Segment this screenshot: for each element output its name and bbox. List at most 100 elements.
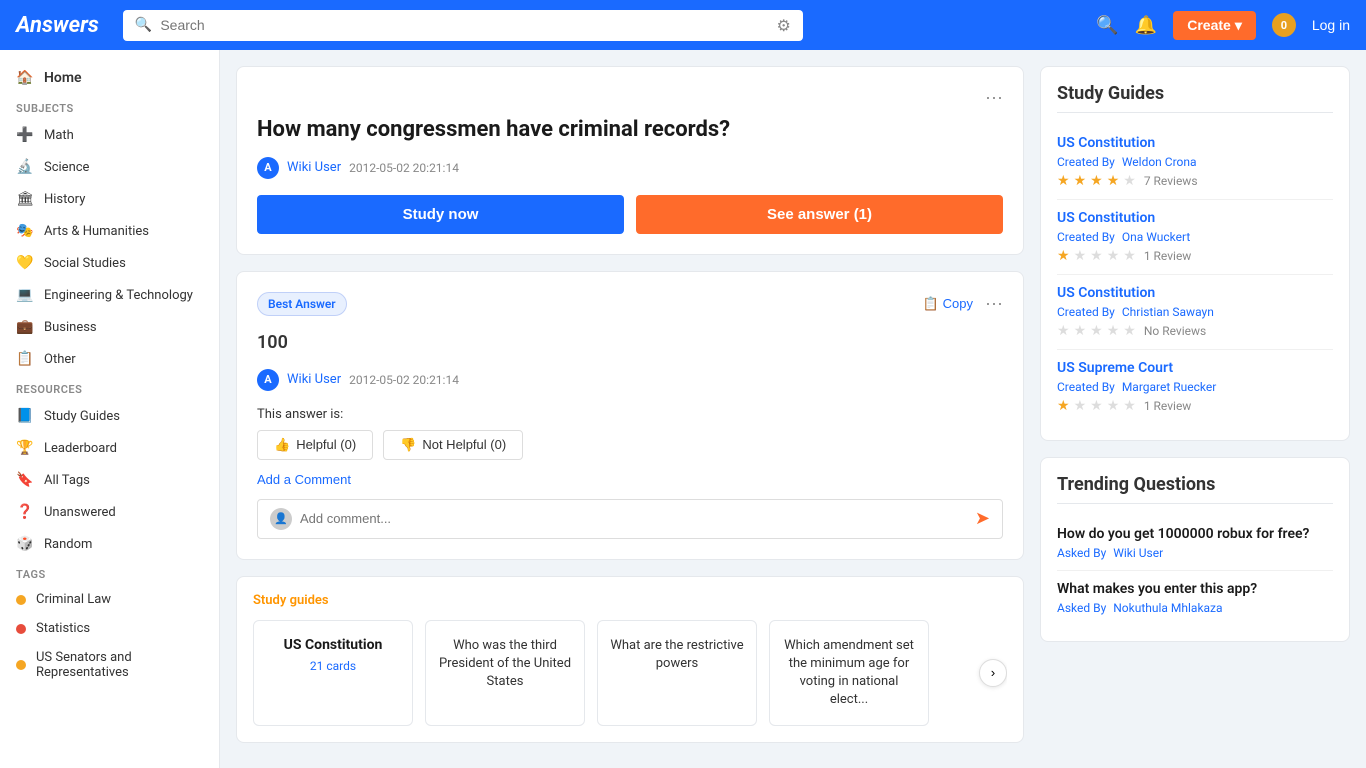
guide-item-3: US Supreme Court Created By Margaret Rue… <box>1057 350 1333 424</box>
star-2: ★ <box>1074 173 1087 189</box>
all-tags-icon: 🔖 <box>16 471 34 489</box>
comment-input[interactable] <box>300 511 967 526</box>
star-5: ★ <box>1123 173 1136 189</box>
search-icon: 🔍 <box>135 17 152 33</box>
center-column: ··· How many congressmen have criminal r… <box>236 66 1024 752</box>
header: Answers 🔍 ⚙ 🔍 🔔 Create ▾ 0 Log in <box>0 0 1366 50</box>
study-now-button[interactable]: Study now <box>257 195 624 234</box>
trending-item-0: How do you get 1000000 robux for free? A… <box>1057 516 1333 571</box>
sidebar-item-statistics[interactable]: Statistics <box>0 614 219 643</box>
question-title: How many congressmen have criminal recor… <box>257 116 1003 145</box>
resources-label: Resources <box>0 375 219 400</box>
star-2: ★ <box>1074 248 1087 264</box>
stars-3: ★ ★ ★ ★ ★ 1 Review <box>1057 398 1333 414</box>
sidebar-item-study-guides[interactable]: 📘 Study Guides <box>0 400 219 432</box>
star-2: ★ <box>1074 323 1087 339</box>
guide-card-1[interactable]: Who was the third President of the Unite… <box>425 620 585 727</box>
math-icon: ➕ <box>16 126 34 144</box>
guide-created-by-1: Created By Ona Wuckert <box>1057 230 1333 244</box>
search-input[interactable] <box>160 17 768 33</box>
us-senators-dot <box>16 660 26 670</box>
random-icon: 🎲 <box>16 535 34 553</box>
statistics-dot <box>16 624 26 634</box>
not-helpful-button[interactable]: 👎 Not Helpful (0) <box>383 430 523 460</box>
send-comment-button[interactable]: ➤ <box>975 508 990 529</box>
star-3: ★ <box>1090 398 1103 414</box>
trending-by-0: Asked By Wiki User <box>1057 546 1333 560</box>
layout: 🏠 Home Subjects ➕ Math 🔬 Science 🏛 Histo… <box>0 50 1366 768</box>
copy-button[interactable]: 📋 Copy <box>922 296 973 312</box>
sidebar-item-unanswered[interactable]: ❓ Unanswered <box>0 496 219 528</box>
star-4: ★ <box>1107 248 1120 264</box>
filter-icon[interactable]: ⚙ <box>777 16 791 35</box>
sidebar-item-other[interactable]: 📋 Other <box>0 343 219 375</box>
question-timestamp: 2012-05-02 20:21:14 <box>349 161 459 175</box>
sidebar-item-science[interactable]: 🔬 Science <box>0 151 219 183</box>
guide-card-2[interactable]: What are the restrictive powers <box>597 620 757 727</box>
trending-panel: Trending Questions How do you get 100000… <box>1040 457 1350 642</box>
sidebar-item-leaderboard[interactable]: 🏆 Leaderboard <box>0 432 219 464</box>
right-sidebar: Study Guides US Constitution Created By … <box>1040 66 1350 752</box>
sidebar-item-business[interactable]: 💼 Business <box>0 311 219 343</box>
guide-item-2: US Constitution Created By Christian Saw… <box>1057 275 1333 350</box>
notifications-icon[interactable]: 🔔 <box>1135 15 1157 36</box>
sidebar-item-math[interactable]: ➕ Math <box>0 119 219 151</box>
sidebar-item-engineering-technology[interactable]: 💻 Engineering & Technology <box>0 279 219 311</box>
chevron-down-icon: ▾ <box>1235 17 1242 34</box>
star-5: ★ <box>1123 398 1136 414</box>
copy-icon: 📋 <box>922 296 938 312</box>
thumbs-up-icon: 👍 <box>274 437 290 453</box>
see-answer-button[interactable]: See answer (1) <box>636 195 1003 234</box>
star-3: ★ <box>1090 248 1103 264</box>
sidebar-item-all-tags[interactable]: 🔖 All Tags <box>0 464 219 496</box>
answer-more-button[interactable]: ··· <box>985 293 1003 314</box>
subjects-label: Subjects <box>0 94 219 119</box>
question-user-link[interactable]: Wiki User <box>287 160 341 175</box>
sidebar-item-criminal-law[interactable]: Criminal Law <box>0 585 219 614</box>
star-4: ★ <box>1107 173 1120 189</box>
sidebar-item-history[interactable]: 🏛 History <box>0 183 219 215</box>
guide-created-by-3: Created By Margaret Ruecker <box>1057 380 1333 394</box>
helpful-button[interactable]: 👍 Helpful (0) <box>257 430 373 460</box>
action-buttons: Study now See answer (1) <box>257 195 1003 234</box>
star-4: ★ <box>1107 323 1120 339</box>
trending-by-1: Asked By Nokuthula Mhlakaza <box>1057 601 1333 615</box>
sidebar-item-arts-humanities[interactable]: 🎭 Arts & Humanities <box>0 215 219 247</box>
more-options-button[interactable]: ··· <box>985 87 1003 108</box>
answer-user-link[interactable]: Wiki User <box>287 372 341 387</box>
star-1: ★ <box>1057 173 1070 189</box>
star-3: ★ <box>1090 173 1103 189</box>
sidebar-item-random[interactable]: 🎲 Random <box>0 528 219 560</box>
guide-item-0: US Constitution Created By Weldon Crona … <box>1057 125 1333 200</box>
star-4: ★ <box>1107 398 1120 414</box>
study-guides-tag: Study guides <box>253 593 1007 608</box>
business-icon: 💼 <box>16 318 34 336</box>
logo[interactable]: Answers <box>16 13 99 38</box>
create-button[interactable]: Create ▾ <box>1173 11 1256 40</box>
sidebar-item-us-senators[interactable]: US Senators and Representatives <box>0 643 219 687</box>
guide-card-3[interactable]: Which amendment set the minimum age for … <box>769 620 929 727</box>
stars-2: ★ ★ ★ ★ ★ No Reviews <box>1057 323 1333 339</box>
study-guides-icon: 📘 <box>16 407 34 425</box>
search-icon-header[interactable]: 🔍 <box>1096 15 1118 36</box>
criminal-law-dot <box>16 595 26 605</box>
star-5: ★ <box>1123 323 1136 339</box>
user-badge[interactable]: 0 <box>1272 13 1296 37</box>
star-1: ★ <box>1057 398 1070 414</box>
guides-next-button[interactable]: › <box>979 659 1007 687</box>
answer-text: 100 <box>257 332 1003 353</box>
add-comment-button[interactable]: Add a Comment <box>257 472 351 487</box>
science-icon: 🔬 <box>16 158 34 176</box>
helpful-section: This answer is: 👍 Helpful (0) 👎 Not Help… <box>257 407 1003 460</box>
best-answer-header: Best Answer 📋 Copy ··· <box>257 292 1003 316</box>
study-guides-section: Study guides US Constitution 21 cards Wh… <box>236 576 1024 744</box>
guide-item-1: US Constitution Created By Ona Wuckert ★… <box>1057 200 1333 275</box>
answer-actions: 📋 Copy ··· <box>922 293 1003 314</box>
star-1: ★ <box>1057 248 1070 264</box>
guide-card-0[interactable]: US Constitution 21 cards <box>253 620 413 727</box>
sidebar-item-social-studies[interactable]: 💛 Social Studies <box>0 247 219 279</box>
sidebar: 🏠 Home Subjects ➕ Math 🔬 Science 🏛 Histo… <box>0 50 220 768</box>
login-button[interactable]: Log in <box>1312 17 1350 33</box>
question-card: ··· How many congressmen have criminal r… <box>236 66 1024 255</box>
sidebar-item-home[interactable]: 🏠 Home <box>0 62 219 94</box>
